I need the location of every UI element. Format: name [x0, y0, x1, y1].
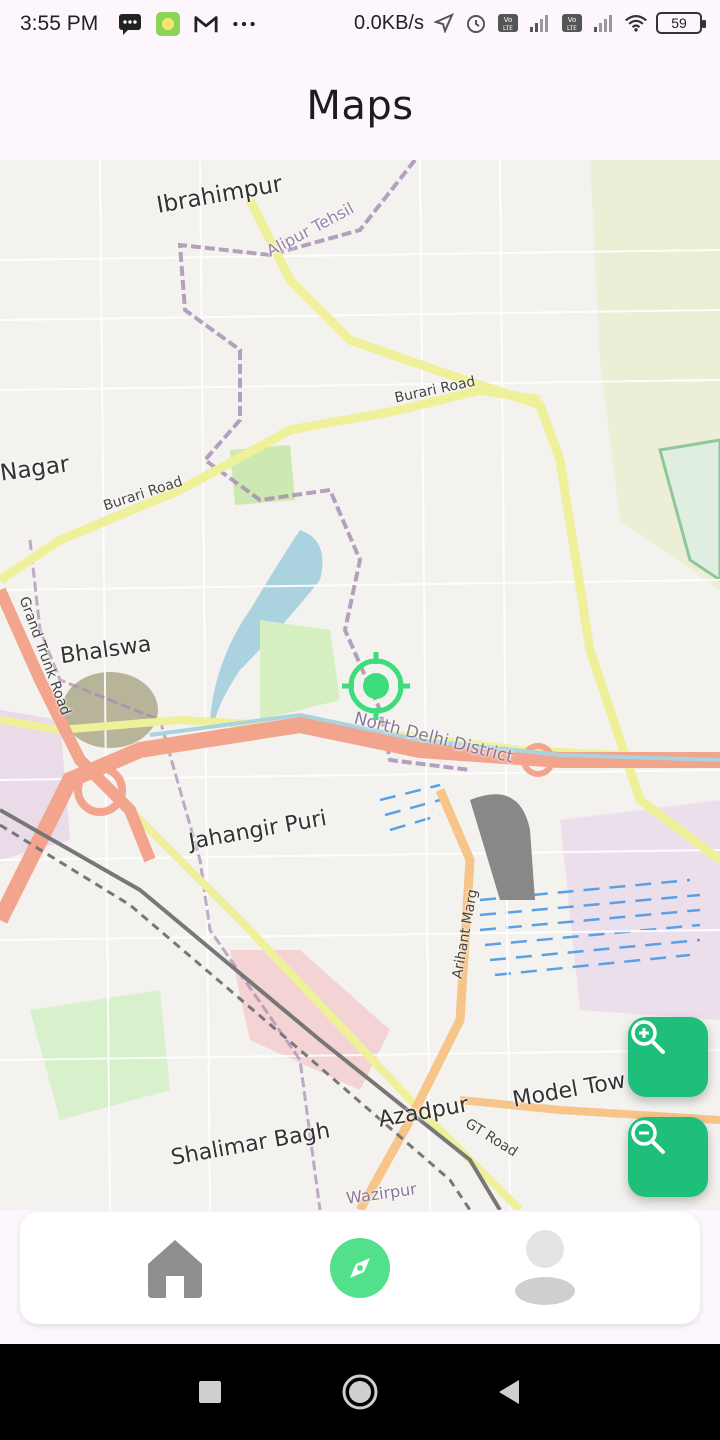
signal-icon [528, 11, 552, 35]
wifi-icon [624, 11, 648, 35]
person-icon [515, 1230, 575, 1305]
svg-text:Vo: Vo [568, 16, 577, 24]
back-triangle-icon [499, 1380, 519, 1404]
app-bar: Maps [0, 52, 720, 160]
back-button[interactable] [488, 1372, 528, 1412]
nav-item-explore[interactable] [310, 1212, 410, 1324]
page-title: Maps [306, 83, 414, 129]
zoom-out-button[interactable] [628, 1117, 708, 1197]
message-icon [118, 12, 142, 36]
volte-icon: Vo LTE [496, 11, 520, 35]
status-bar: 3:55 PM 0.0KB/s Vo LTE Vo LTE 59 [0, 0, 720, 52]
battery-level: 59 [671, 15, 687, 31]
home-button[interactable] [340, 1372, 380, 1412]
app-icon [156, 12, 180, 36]
home-icon [148, 1240, 202, 1298]
recents-button[interactable] [190, 1372, 230, 1412]
location-icon [432, 11, 456, 35]
square-icon [199, 1381, 221, 1403]
zoom-in-button[interactable] [628, 1017, 708, 1097]
zoom-out-icon [631, 1120, 665, 1154]
svg-text:LTE: LTE [503, 25, 513, 32]
system-navigation-bar [0, 1344, 720, 1440]
nav-item-profile[interactable] [495, 1212, 595, 1324]
current-location-icon[interactable] [340, 650, 412, 722]
battery-icon: 59 [656, 12, 706, 34]
signal-icon [592, 11, 616, 35]
svg-text:LTE: LTE [567, 25, 577, 32]
svg-text:Vo: Vo [504, 16, 513, 24]
nav-item-home[interactable] [125, 1212, 225, 1324]
circle-icon [342, 1374, 378, 1410]
compass-icon [330, 1238, 390, 1298]
alarm-icon [464, 11, 488, 35]
status-time: 3:55 PM [20, 12, 99, 35]
network-speed: 0.0KB/s [353, 11, 424, 34]
gmail-icon [194, 12, 218, 36]
volte-icon: Vo LTE [560, 11, 584, 35]
more-icon [232, 12, 256, 36]
zoom-in-icon [631, 1020, 665, 1054]
map-view[interactable]: Ibrahimpur Alipur Tehsil Nagar Bhalswa J… [0, 160, 720, 1210]
bottom-navigation [20, 1212, 700, 1324]
